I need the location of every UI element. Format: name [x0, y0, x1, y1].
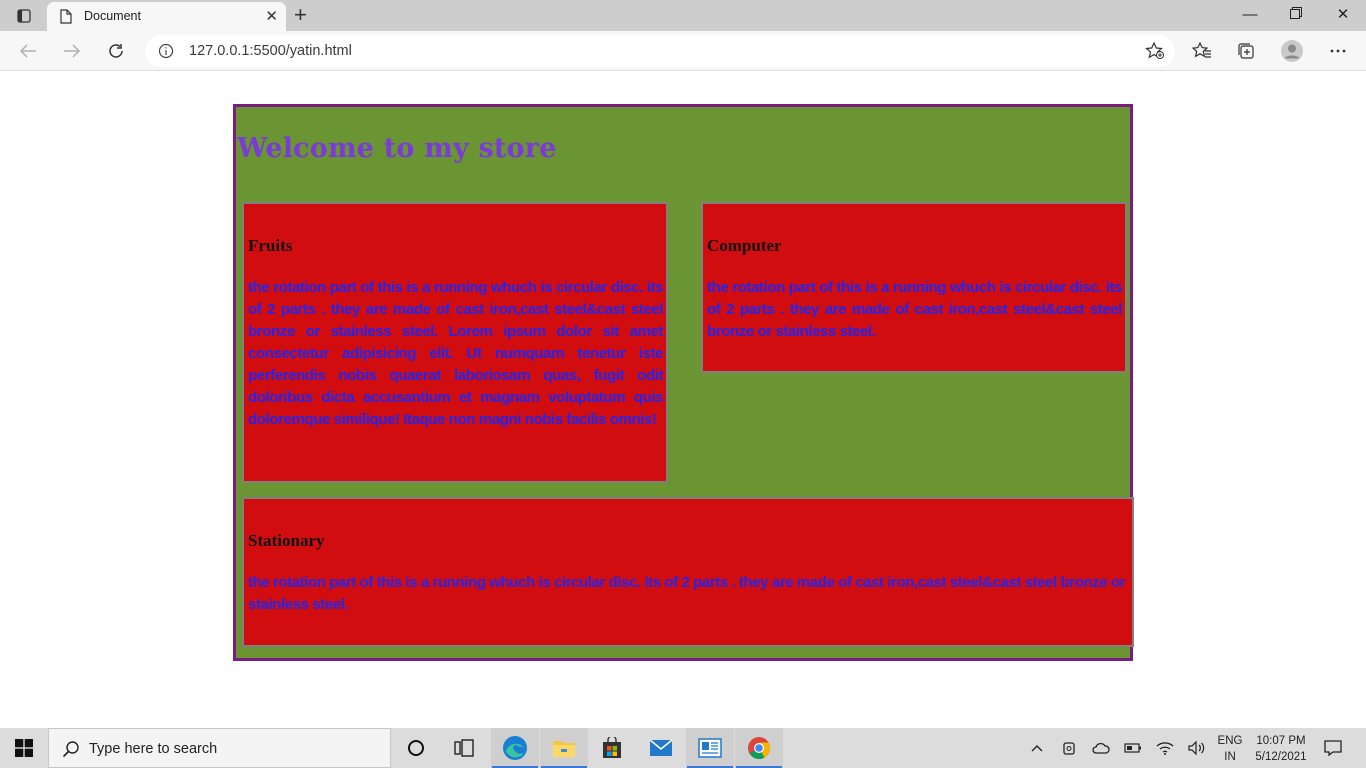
- task-view-icon[interactable]: [440, 728, 488, 768]
- input-language[interactable]: ENG IN: [1214, 733, 1246, 765]
- new-tab-button[interactable]: +: [294, 3, 307, 27]
- browser-toolbar: 127.0.0.1:5500/yatin.html: [0, 31, 1366, 71]
- tab-actions-icon[interactable]: [10, 6, 38, 26]
- minimize-button[interactable]: —: [1227, 4, 1273, 26]
- search-placeholder: Type here to search: [89, 741, 218, 757]
- close-window-button[interactable]: ✕: [1320, 4, 1366, 26]
- meet-now-icon[interactable]: [1058, 728, 1080, 768]
- info-icon[interactable]: [158, 43, 174, 64]
- windows-start-icon[interactable]: [0, 728, 48, 768]
- cortana-icon[interactable]: [392, 728, 440, 768]
- volume-icon[interactable]: [1186, 728, 1208, 768]
- refresh-button[interactable]: [104, 40, 128, 62]
- wifi-icon[interactable]: [1154, 728, 1176, 768]
- region-code: IN: [1224, 751, 1236, 763]
- show-hidden-icons-chevron-icon[interactable]: [1026, 728, 1048, 768]
- news-app-icon[interactable]: [686, 728, 734, 768]
- card-stationary: Stationary the rotation part of this is …: [242, 497, 1134, 647]
- browser-tab[interactable]: Document ✕: [47, 2, 286, 31]
- address-bar[interactable]: 127.0.0.1:5500/yatin.html: [145, 35, 1175, 67]
- tab-title: Document: [84, 9, 141, 23]
- onedrive-icon[interactable]: [1090, 728, 1112, 768]
- windows-taskbar: Type here to search ENG IN 10:07 PM 5/12…: [0, 728, 1366, 768]
- card-title: Computer: [707, 236, 782, 255]
- more-options-icon[interactable]: [1326, 40, 1350, 62]
- card-text: the rotation part of this is a running w…: [248, 574, 1126, 613]
- restore-button[interactable]: [1273, 4, 1319, 26]
- card-text: the rotation part of this is a running w…: [707, 279, 1123, 340]
- card-fruits: Fruits the rotation part of this is a ru…: [242, 202, 668, 483]
- microsoft-store-icon[interactable]: [588, 728, 636, 768]
- mail-icon[interactable]: [637, 728, 685, 768]
- chrome-icon[interactable]: [735, 728, 783, 768]
- notifications-icon[interactable]: [1320, 728, 1346, 768]
- document-icon: [60, 9, 72, 29]
- taskbar-search-box[interactable]: Type here to search: [48, 728, 391, 768]
- file-explorer-icon[interactable]: [540, 728, 588, 768]
- back-button[interactable]: [16, 40, 40, 62]
- language-code: ENG: [1217, 735, 1243, 747]
- card-title: Stationary: [248, 531, 325, 550]
- edge-browser-icon[interactable]: [491, 728, 539, 768]
- favorites-icon[interactable]: [1190, 40, 1214, 62]
- card-computer: Computer the rotation part of this is a …: [701, 202, 1127, 373]
- page-heading: Welcome to my store: [237, 133, 557, 164]
- clock-time: 10:07 PM: [1256, 735, 1306, 747]
- profile-avatar[interactable]: [1280, 40, 1304, 62]
- browser-tab-bar: Document ✕ + — ✕: [0, 0, 1366, 31]
- close-tab-icon[interactable]: ✕: [265, 9, 278, 24]
- card-title: Fruits: [248, 236, 293, 255]
- collections-icon[interactable]: [1234, 40, 1258, 62]
- card-text: the rotation part of this is a running w…: [248, 279, 664, 428]
- battery-icon[interactable]: [1122, 728, 1144, 768]
- taskbar-clock[interactable]: 10:07 PM 5/12/2021: [1250, 733, 1312, 765]
- clock-date: 5/12/2021: [1255, 751, 1307, 763]
- add-favorite-icon[interactable]: [1145, 41, 1165, 65]
- url-text: 127.0.0.1:5500/yatin.html: [189, 43, 352, 59]
- forward-button[interactable]: [60, 40, 84, 62]
- search-icon: [62, 740, 80, 763]
- store-container: Welcome to my store Fruits the rotation …: [233, 104, 1134, 661]
